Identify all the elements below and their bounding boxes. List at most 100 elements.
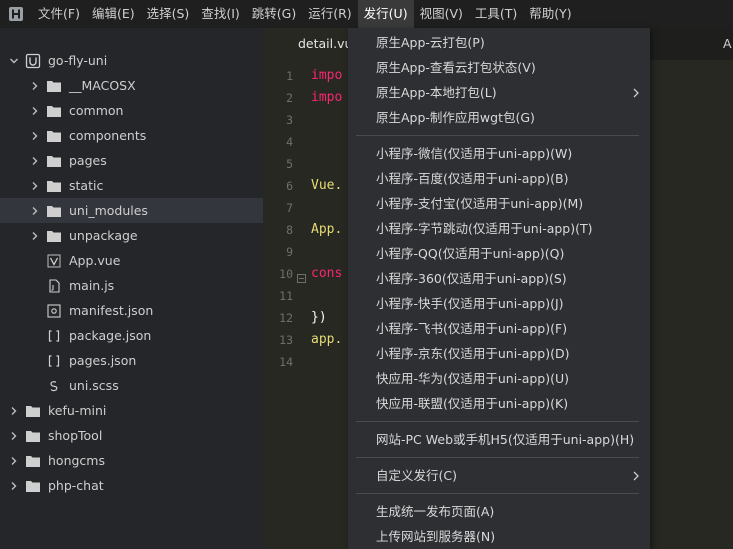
chevron-down-icon[interactable] [8,55,20,67]
fold-icon[interactable] [297,269,306,283]
release-menu-item[interactable]: 小程序-支付宝(仅适用于uni-app)(M) [348,191,650,216]
menu-7[interactable]: 视图(V) [414,0,469,28]
release-menu-item[interactable]: 原生App-云打包(P) [348,30,650,55]
tree-item[interactable]: manifest.json [0,298,263,323]
menu-separator [356,135,639,136]
menu-5[interactable]: 运行(R) [302,0,357,28]
release-menu-item[interactable]: 生成统一发布页面(A) [348,499,650,524]
tree-item-label: App.vue [69,253,121,268]
line-number: 4 [286,135,293,149]
scss-file-icon [46,378,62,394]
chevron-right-icon[interactable] [29,180,41,192]
tree-item-label: pages.json [69,353,137,368]
release-menu-item[interactable]: 原生App-本地打包(L) [348,80,650,105]
line-number: 12 [279,311,293,325]
release-menu-item[interactable]: 小程序-微信(仅适用于uni-app)(W) [348,141,650,166]
release-menu-item[interactable]: 原生App-制作应用wgt包(G) [348,105,650,130]
js-file-icon [46,278,62,294]
menu-separator [356,493,639,494]
chevron-right-icon[interactable] [8,480,20,492]
release-menu-item[interactable]: 小程序-百度(仅适用于uni-app)(B) [348,166,650,191]
release-menu-item[interactable]: 上传网站到服务器(N) [348,524,650,549]
code-text: }) [311,310,327,325]
release-menu-item[interactable]: 小程序-360(仅适用于uni-app)(S) [348,266,650,291]
tree-item[interactable]: package.json [0,323,263,348]
tree-item[interactable]: uni.scss [0,373,263,398]
release-menu-item-label: 网站-PC Web或手机H5(仅适用于uni-app)(H) [376,432,635,447]
tree-item[interactable]: kefu-mini [0,398,263,423]
release-menu-item[interactable]: 快应用-华为(仅适用于uni-app)(U) [348,366,650,391]
tree-item[interactable]: shopTool [0,423,263,448]
tree-item[interactable]: __MACOSX [0,73,263,98]
release-menu-item-label: 小程序-微信(仅适用于uni-app)(W) [376,146,573,161]
chevron-right-icon[interactable] [29,130,41,142]
menu-0[interactable]: 文件(F) [32,0,86,28]
release-menu-item[interactable]: 自定义发行(C) [348,463,650,488]
chevron-right-icon[interactable] [29,80,41,92]
menu-1[interactable]: 编辑(E) [86,0,141,28]
release-menu-item-label: 小程序-字节跳动(仅适用于uni-app)(T) [376,221,593,236]
json-file-icon [46,328,62,344]
folder-icon [46,78,62,94]
code-text: App. [311,222,343,237]
menu-3[interactable]: 查找(I) [195,0,245,28]
release-menu-item[interactable]: 小程序-快手(仅适用于uni-app)(J) [348,291,650,316]
line-number: 9 [286,245,293,259]
release-menu-item[interactable]: 小程序-飞书(仅适用于uni-app)(F) [348,316,650,341]
tree-item[interactable]: App.vue [0,248,263,273]
tree-item[interactable]: common [0,98,263,123]
submenu-arrow-icon [632,80,640,105]
line-number: 10 [279,267,293,281]
tree-item[interactable]: pages [0,148,263,173]
tab-partial[interactable]: A [723,28,733,60]
tree-item-label: uni_modules [69,203,148,218]
tree-item-label: shopTool [48,428,103,443]
tree-item[interactable]: main.js [0,273,263,298]
tree-item-label: common [69,103,124,118]
menu-4[interactable]: 跳转(G) [246,0,302,28]
chevron-right-icon[interactable] [8,430,20,442]
tree-item[interactable]: uni_modules [0,198,263,223]
line-number: 1 [286,69,293,83]
tree-item[interactable]: unpackage [0,223,263,248]
line-number: 7 [286,201,293,215]
chevron-right-icon[interactable] [29,155,41,167]
menubar: 文件(F) 编辑(E) 选择(S) 查找(I) 跳转(G) 运行(R) 发行(U) 视图(V)… [0,0,733,28]
release-menu-item[interactable]: 原生App-查看云打包状态(V) [348,55,650,80]
folder-icon [46,178,62,194]
release-menu-item-label: 小程序-京东(仅适用于uni-app)(D) [376,346,570,361]
chevron-right-icon[interactable] [8,455,20,467]
code-text: impo [311,90,343,105]
menu-2[interactable]: 选择(S) [141,0,196,28]
release-menu-item[interactable]: 小程序-字节跳动(仅适用于uni-app)(T) [348,216,650,241]
tree-item-label: package.json [69,328,152,343]
chevron-right-icon[interactable] [29,230,41,242]
line-number: 8 [286,223,293,237]
release-menu-item-label: 上传网站到服务器(N) [376,529,496,544]
menu-6[interactable]: 发行(U) [357,0,414,28]
release-menu-item-label: 快应用-联盟(仅适用于uni-app)(K) [376,396,569,411]
menu-9[interactable]: 帮助(Y) [523,0,577,28]
release-menu-item[interactable]: 网站-PC Web或手机H5(仅适用于uni-app)(H) [348,427,650,452]
tree-item[interactable]: pages.json [0,348,263,373]
tree-item[interactable]: go-fly-uni [0,48,263,73]
chevron-right-icon[interactable] [29,105,41,117]
line-number: 11 [279,289,293,303]
menu-8[interactable]: 工具(T) [469,0,523,28]
tree-item[interactable]: php-chat [0,473,263,498]
release-menu-item[interactable]: 小程序-京东(仅适用于uni-app)(D) [348,341,650,366]
chevron-right-icon[interactable] [8,405,20,417]
tree-item[interactable]: static [0,173,263,198]
tree-item[interactable]: hongcms [0,448,263,473]
release-menu-item-label: 小程序-百度(仅适用于uni-app)(B) [376,171,569,186]
release-menu-item-label: 小程序-支付宝(仅适用于uni-app)(M) [376,196,584,211]
vue-file-icon [46,253,62,269]
release-menu-item[interactable]: 小程序-QQ(仅适用于uni-app)(Q) [348,241,650,266]
tree-item[interactable]: components [0,123,263,148]
folder-icon [25,478,41,494]
chevron-right-icon[interactable] [29,205,41,217]
hbuilder-logo-icon [6,4,26,24]
release-menu-item[interactable]: 快应用-联盟(仅适用于uni-app)(K) [348,391,650,416]
